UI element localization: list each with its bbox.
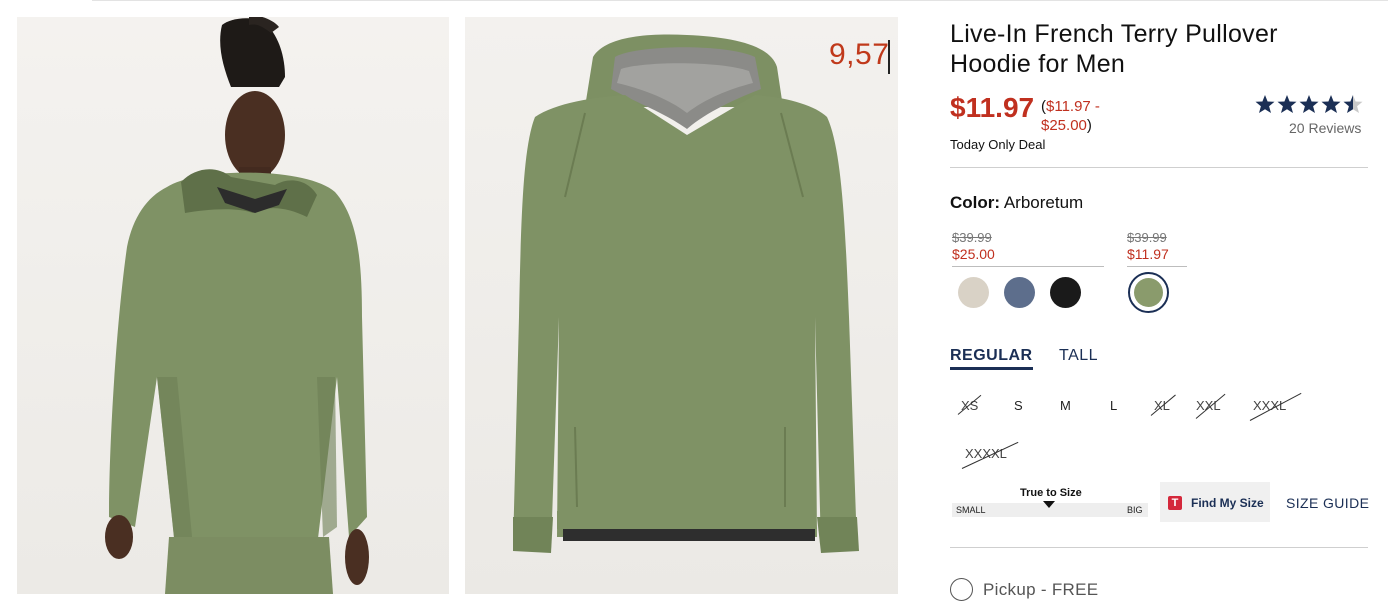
- divider: [950, 167, 1368, 168]
- size-xxxxl[interactable]: XXXXL: [965, 446, 1007, 461]
- product-image-model[interactable]: [17, 17, 449, 594]
- tab-regular[interactable]: REGULAR: [950, 347, 1033, 370]
- range-close: ): [1086, 117, 1092, 134]
- size-xxxl[interactable]: XXXL: [1253, 398, 1286, 413]
- fit-meter-marker-icon: [1043, 501, 1055, 508]
- pickup-radio[interactable]: [950, 578, 973, 601]
- original-price: $39.99: [1127, 230, 1167, 245]
- hoodie-illustration: [513, 34, 859, 553]
- original-price: $39.99: [952, 230, 992, 245]
- product-title: Live-In French Terry Pullover Hoodie for…: [950, 20, 1278, 78]
- range-high: $25.00: [1041, 117, 1087, 134]
- group-rule: [952, 266, 1104, 267]
- swatch-arboretum-fill: [1134, 278, 1163, 307]
- swatch-oatmeal[interactable]: [958, 277, 989, 308]
- star-icon-3: [1299, 95, 1319, 113]
- price-group-2: $39.99 $11.97: [1127, 230, 1187, 267]
- group-rule: [1127, 266, 1187, 267]
- deal-label: Today Only Deal: [950, 137, 1046, 152]
- swatch-black[interactable]: [1050, 277, 1081, 308]
- size-m[interactable]: M: [1060, 398, 1071, 413]
- reviews-link[interactable]: 20 Reviews: [1289, 120, 1361, 136]
- divider: [950, 547, 1368, 548]
- sale-price: $11.97: [1127, 246, 1169, 262]
- model-illustration: [105, 17, 369, 594]
- rating-stars-icon[interactable]: [1255, 93, 1367, 121]
- text-caret: [888, 40, 890, 74]
- fit-meter-small: SMALL: [956, 505, 986, 515]
- swatch-slate-blue[interactable]: [1004, 277, 1035, 308]
- price-group-1: $39.99 $25.00: [952, 230, 1104, 267]
- size-guide-link[interactable]: SIZE GUIDE: [1286, 495, 1369, 511]
- size-s[interactable]: S: [1014, 398, 1023, 413]
- star-icon-4: [1321, 95, 1341, 113]
- price-range: ($11.97 - $25.00): [1041, 97, 1131, 135]
- find-my-size-label: Find My Size: [1191, 496, 1264, 510]
- color-label: Color:: [950, 193, 1001, 212]
- top-divider: [92, 0, 1388, 3]
- tab-tall[interactable]: TALL: [1059, 347, 1098, 365]
- range-low: $11.97 -: [1046, 98, 1100, 115]
- color-value: Arboretum: [1003, 193, 1084, 212]
- find-my-size-button[interactable]: T Find My Size: [1160, 482, 1270, 522]
- star-icon-1: [1255, 95, 1275, 113]
- star-icon-2: [1277, 95, 1297, 113]
- current-price: $11.97: [950, 92, 1035, 123]
- swatch-arboretum[interactable]: [1128, 272, 1169, 313]
- size-l[interactable]: L: [1110, 398, 1117, 413]
- pickup-label[interactable]: Pickup - FREE: [983, 580, 1098, 600]
- fit-meter-title: True to Size: [1020, 487, 1082, 499]
- overlay-number: 9,57: [829, 38, 890, 71]
- color-label-row: Color: Arboretum: [950, 193, 1083, 213]
- fit-meter-big: BIG: [1127, 505, 1143, 515]
- star-rating-svg: [1255, 95, 1363, 113]
- sale-price: $25.00: [952, 246, 995, 262]
- true-fit-logo-icon: T: [1168, 496, 1182, 510]
- product-image-flat[interactable]: [465, 17, 898, 594]
- star-icon-5-half: [1343, 95, 1363, 113]
